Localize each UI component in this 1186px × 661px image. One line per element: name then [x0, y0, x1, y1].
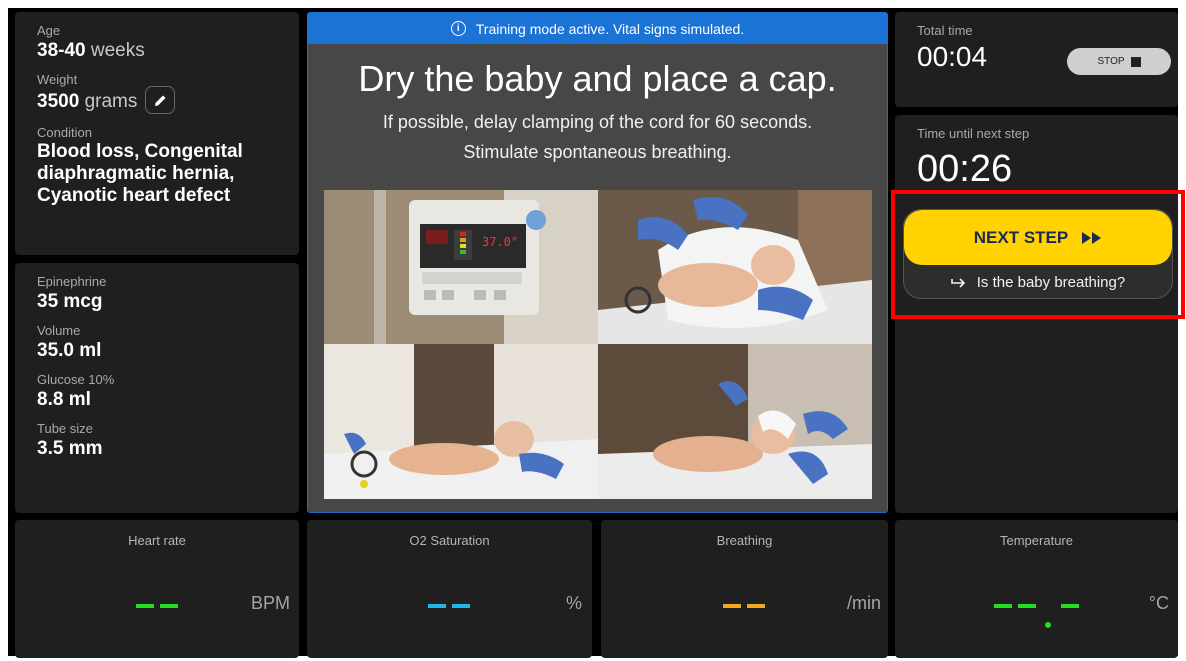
o2-saturation-title: O2 Saturation	[409, 533, 490, 548]
o2-saturation-dash-1	[428, 604, 446, 608]
epinephrine-label: Epinephrine	[37, 274, 107, 289]
fast-forward-icon	[1082, 231, 1102, 244]
temperature-unit: °C	[1148, 593, 1169, 613]
temperature-panel: Temperature °C	[895, 520, 1178, 658]
condition-label: Condition	[37, 125, 92, 140]
age-label: Age	[37, 23, 61, 38]
volume-value: 35.0 ml	[37, 340, 102, 361]
dosing-panel: Epinephrine 35 mcg Volume 35.0 ml Glucos…	[15, 263, 299, 513]
instruction-photo-grid: 37.0°	[324, 190, 872, 499]
age-value: 38-40 weeks	[37, 39, 277, 63]
volume-label: Volume	[37, 323, 81, 338]
weight-number: 3500	[37, 91, 80, 113]
condition-value: Blood loss, Congenital diaphragmatic her…	[37, 141, 243, 206]
step-instruction-2: Stimulate spontaneous breathing.	[463, 142, 732, 162]
weight-value: 3500 grams	[37, 86, 277, 116]
info-icon: i	[450, 21, 466, 36]
warmer-monitor-photo: 37.0°	[324, 190, 598, 344]
pencil-icon	[155, 95, 166, 106]
temperature-dash-1	[994, 604, 1012, 608]
step-title: Dry the baby and place a cap.	[358, 58, 837, 99]
o2-saturation-dash-2	[452, 604, 470, 608]
baby-on-warmer-photo	[324, 344, 598, 499]
glucose-value: 8.8 ml	[37, 389, 91, 410]
step-instruction-1: If possible, delay clamping of the cord …	[382, 112, 813, 132]
instruction-panel: i Training mode active. Vital signs simu…	[307, 12, 888, 513]
tube-size-label: Tube size	[37, 421, 93, 436]
stop-icon	[1130, 56, 1141, 67]
heart-rate-dash-2	[160, 604, 178, 608]
next-step-card[interactable]: NEXT STEP Is the baby breathing?	[903, 209, 1173, 299]
tube-size-value: 3.5 mm	[37, 438, 103, 459]
age-unit: weeks	[90, 40, 145, 61]
age-number: 38-40	[37, 40, 86, 61]
heart-rate-title: Heart rate	[128, 533, 186, 548]
breathing-unit: /min	[846, 593, 881, 613]
next-step-time-label: Time until next step	[917, 126, 1030, 141]
next-step-question-text: Is the baby breathing?	[976, 274, 1126, 291]
training-mode-banner: i Training mode active. Vital signs simu…	[308, 13, 887, 44]
breathing-dash-2	[747, 604, 765, 608]
epinephrine-value: 35 mcg	[37, 291, 103, 312]
heart-rate-unit: BPM	[250, 593, 290, 613]
weight-unit: grams	[84, 91, 138, 113]
breathing-panel: Breathing /min	[601, 520, 888, 658]
arrow-right-icon	[950, 277, 965, 288]
stop-button[interactable]: STOP	[1067, 48, 1171, 75]
next-step-button[interactable]: NEXT STEP	[904, 210, 1172, 265]
glucose-label: Glucose 10%	[37, 372, 115, 387]
breathing-dash-1	[723, 604, 741, 608]
temperature-dash-2	[1018, 604, 1036, 608]
next-step-highlight: NEXT STEP Is the baby breathing?	[891, 190, 1185, 319]
placing-cap-photo	[598, 344, 872, 499]
drying-baby-photo	[598, 190, 872, 344]
breathing-title: Breathing	[716, 533, 773, 548]
temperature-decimal-dot	[1045, 622, 1051, 628]
heart-rate-panel: Heart rate BPM	[15, 520, 299, 658]
o2-saturation-unit: %	[565, 593, 582, 613]
next-step-time-value: 00:26	[917, 148, 1013, 190]
patient-info-panel: Age 38-40 weeks Weight 3500 grams Condit…	[15, 12, 299, 255]
banner-text: Training mode active. Vital signs simula…	[475, 20, 745, 37]
heart-rate-dash-1	[136, 604, 154, 608]
temperature-title: Temperature	[1000, 533, 1073, 548]
o2-saturation-panel: O2 Saturation %	[307, 520, 592, 658]
total-time-label: Total time	[917, 23, 973, 38]
monitor-reading: 37.0°	[482, 235, 518, 249]
temperature-dash-3	[1061, 604, 1079, 608]
next-step-label: NEXT STEP	[973, 227, 1069, 247]
stop-label: STOP	[1097, 56, 1125, 67]
edit-weight-button[interactable]	[145, 86, 176, 114]
total-time-panel: Total time 00:04 STOP	[895, 12, 1178, 107]
next-step-question[interactable]: Is the baby breathing?	[904, 265, 1172, 298]
